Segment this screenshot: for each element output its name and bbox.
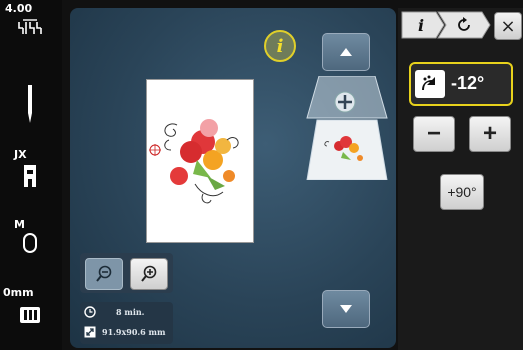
- rotate-icon: [458, 17, 470, 31]
- stitch-length-value: 0mm: [3, 286, 34, 299]
- scroll-down-button[interactable]: [322, 290, 370, 328]
- stitch-width-value: 4.00: [5, 2, 33, 15]
- close-button[interactable]: ×: [494, 12, 522, 40]
- rotate-plus-button[interactable]: +: [469, 116, 511, 152]
- presser-foot-value: JX: [14, 148, 27, 161]
- arrow-down-icon: [340, 305, 352, 313]
- panel-tabs: i ×: [400, 10, 523, 40]
- design-size-icon: [84, 326, 96, 338]
- tab-rotate[interactable]: [448, 14, 480, 36]
- thread-tension-value: M: [14, 218, 25, 231]
- zoom-out-icon: [96, 265, 112, 282]
- design-size: 91.9x90.6 mm: [102, 327, 166, 337]
- zoom-out-button[interactable]: [85, 258, 123, 290]
- needle-position-icon[interactable]: [10, 18, 50, 38]
- embroidery-design: [149, 119, 239, 204]
- design-info-panel: 8 min. 91.9x90.6 mm: [80, 302, 173, 344]
- rotate-hand-icon: [415, 70, 445, 98]
- zoom-in-icon: [141, 265, 157, 282]
- bobbin-icon[interactable]: [10, 232, 50, 254]
- rotate-minus-button[interactable]: −: [413, 116, 455, 152]
- tab-info[interactable]: i: [406, 14, 436, 36]
- needle-icon[interactable]: [10, 85, 50, 125]
- zoom-in-button[interactable]: [130, 258, 168, 290]
- zoom-controls: [80, 253, 173, 293]
- info-button[interactable]: i: [264, 30, 296, 62]
- presser-foot-icon[interactable]: [10, 165, 50, 189]
- rotation-value: -12°: [451, 73, 485, 93]
- arrow-up-icon: [340, 48, 352, 56]
- rotation-display[interactable]: -12°: [409, 62, 513, 106]
- hoop-zoom-preview[interactable]: [305, 75, 389, 181]
- stitch-time: 8 min.: [116, 307, 145, 317]
- clock-icon: [84, 306, 96, 318]
- hoop-magnifier: [306, 75, 388, 181]
- stitch-plate-icon[interactable]: [10, 306, 50, 324]
- status-bar: 4.00 JX M 0mm: [0, 0, 62, 350]
- info-label: i: [276, 35, 284, 57]
- hoop-preview[interactable]: [146, 79, 254, 243]
- scroll-up-button[interactable]: [322, 33, 370, 71]
- rotate-90-button[interactable]: +90°: [440, 174, 484, 210]
